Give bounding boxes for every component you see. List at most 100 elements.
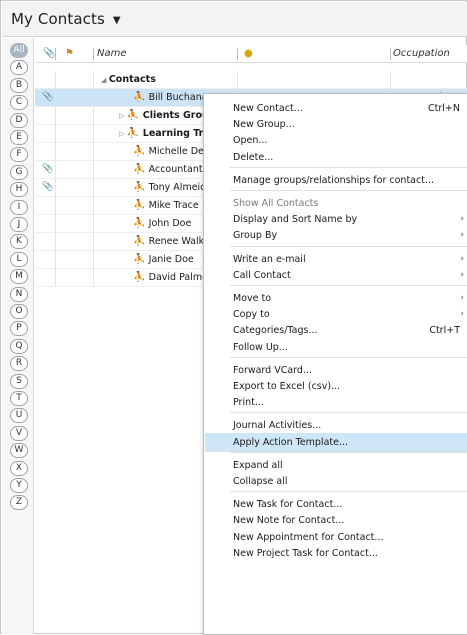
alpha-filter-t[interactable]: T	[10, 391, 28, 406]
contact-name-cell[interactable]: ⛹ Mike Trace	[133, 197, 199, 215]
contact-name-cell[interactable]: ⛹ John Doe	[133, 215, 191, 233]
alpha-filter-u[interactable]: U	[10, 408, 28, 424]
contact-name-cell[interactable]: ◢ Contacts	[101, 71, 156, 89]
alpha-filter-p[interactable]: P	[10, 321, 28, 337]
menu-item-print[interactable]: Print...	[205, 393, 467, 412]
alpha-filter-x[interactable]: X	[10, 460, 28, 476]
menu-item-label: Manage groups/relationships for contact.…	[233, 174, 434, 186]
column-divider	[55, 215, 56, 233]
group-icon: ⛹	[126, 110, 143, 121]
contact-name-cell[interactable]: ⛹ Accountant	[133, 161, 203, 179]
table-row[interactable]: ◢ Contacts	[35, 71, 467, 89]
contact-name: Janie Doe	[148, 254, 194, 265]
menu-item-follow-up[interactable]: Follow Up...	[205, 338, 467, 357]
column-divider	[93, 143, 94, 161]
contact-name: Renee Walke	[148, 236, 210, 247]
menu-item-label: Print...	[233, 397, 264, 409]
alpha-filter-all[interactable]: All	[10, 43, 28, 58]
alpha-filter-m[interactable]: M	[10, 269, 28, 285]
alpha-filter-a[interactable]: A	[10, 60, 28, 76]
expand-triangle-icon[interactable]: ◢	[101, 76, 109, 84]
column-divider	[55, 143, 56, 161]
column-divider	[93, 107, 94, 125]
contact-name-cell[interactable]: ⛹ Tony Almeid	[133, 179, 206, 197]
menu-item-label: Forward VCard...	[233, 364, 313, 376]
contact-name-cell[interactable]: ⛹ Janie Doe	[133, 251, 194, 269]
alpha-filter-y[interactable]: Y	[10, 478, 28, 493]
menu-separator	[230, 190, 467, 191]
alpha-filter-g[interactable]: G	[10, 164, 28, 180]
menu-item-label: New Note for Contact...	[233, 515, 345, 527]
column-divider	[93, 197, 94, 215]
contact-name: Mike Trace	[148, 200, 199, 211]
column-divider	[93, 251, 94, 269]
flag-icon[interactable]: ⚑	[65, 45, 74, 63]
alpha-filter-w[interactable]: W	[10, 443, 28, 459]
column-divider	[93, 89, 94, 107]
alpha-filter-d[interactable]: D	[10, 112, 28, 128]
alpha-filter-l[interactable]: L	[10, 251, 28, 267]
contact-person-icon: ⛹	[133, 146, 149, 157]
alpha-filter-v[interactable]: V	[10, 425, 28, 441]
collapse-triangle-icon[interactable]: ▷	[119, 112, 127, 120]
menu-item-label: Group By	[233, 230, 278, 242]
menu-item-label: New Project Task for Contact...	[233, 547, 378, 559]
menu-item-label: Call Contact	[233, 269, 291, 281]
alpha-filter-z[interactable]: Z	[10, 495, 28, 511]
column-divider	[93, 233, 94, 251]
menu-item-label: Open...	[233, 135, 268, 147]
alpha-filter-n[interactable]: N	[10, 286, 28, 302]
alpha-filter-r[interactable]: R	[10, 356, 28, 372]
column-divider	[237, 71, 238, 89]
alpha-filter-j[interactable]: J	[10, 217, 28, 232]
alpha-filter-f[interactable]: F	[10, 147, 28, 163]
collapse-triangle-icon[interactable]: ▷	[119, 130, 127, 138]
menu-item-collapse-all[interactable]: Collapse all	[205, 472, 467, 491]
alpha-filter-h[interactable]: H	[10, 182, 28, 198]
alpha-filter-i[interactable]: I	[10, 199, 28, 215]
contact-person-icon: ⛹	[133, 200, 149, 211]
title-dropdown-caret-icon[interactable]: ▼	[113, 15, 121, 26]
column-header-occupation[interactable]: Occupation	[393, 45, 450, 63]
menu-item-apply-action-template[interactable]: Apply Action Template...	[205, 432, 467, 452]
alpha-filter-o[interactable]: O	[10, 304, 28, 319]
menu-item-label: Display and Sort Name by	[233, 214, 358, 226]
column-divider	[55, 125, 56, 143]
menu-item-manage-groups-relationships-for-contact[interactable]: Manage groups/relationships for contact.…	[205, 171, 467, 190]
alpha-filter-s[interactable]: S	[10, 373, 28, 389]
contact-name-cell[interactable]: ⛹ Michelle Des	[133, 143, 209, 161]
paperclip-icon[interactable]: 📎	[43, 45, 55, 63]
column-divider	[55, 269, 56, 287]
menu-item-label: Write an e-mail	[233, 253, 306, 265]
column-header-name[interactable]: Name	[97, 45, 127, 63]
column-header-row: 📎 ⚑ Name ● Occupation	[35, 45, 467, 63]
menu-item-group-by[interactable]: Group By ›	[205, 226, 467, 245]
lock-icon[interactable]: ●	[244, 45, 253, 63]
menu-item-call-contact[interactable]: Call Contact ›	[205, 266, 467, 285]
menu-item-label: Move to	[233, 293, 272, 304]
contact-name-cell[interactable]: ▷ ⛹ Learning Tre	[119, 125, 210, 143]
contact-person-icon: ⛹	[133, 254, 149, 265]
menu-item-delete[interactable]: Delete...	[205, 148, 467, 167]
contact-name-cell[interactable]: ⛹ David Palmer	[133, 269, 212, 287]
alpha-filter-b[interactable]: B	[10, 77, 28, 93]
contact-name-cell[interactable]: ⛹ Bill Buchanan	[133, 89, 214, 107]
menu-item-label: Copy to	[233, 309, 270, 321]
menu-separator	[230, 412, 467, 414]
title-bar[interactable]: My Contacts ▼	[2, 2, 467, 37]
alpha-filter-k[interactable]: K	[10, 234, 28, 250]
contact-name-cell[interactable]: ⛹ Renee Walke	[133, 233, 210, 251]
column-divider	[390, 71, 391, 89]
paperclip-icon: 📎	[42, 92, 54, 102]
column-divider	[55, 107, 56, 125]
alpha-filter-q[interactable]: Q	[10, 338, 28, 354]
menu-item-new-project-task-for-contact[interactable]: New Project Task for Contact...	[205, 544, 467, 563]
column-divider	[55, 161, 56, 179]
alpha-filter-c[interactable]: C	[10, 95, 28, 111]
menu-item-label: Collapse all	[233, 476, 288, 487]
menu-item-label: Show All Contacts	[233, 198, 319, 209]
alpha-filter-e[interactable]: E	[10, 130, 28, 145]
contact-name-cell[interactable]: ▷ ⛹ Clients Group	[119, 107, 216, 125]
menu-item-label: New Task for Contact...	[233, 499, 343, 511]
column-divider	[93, 215, 94, 233]
